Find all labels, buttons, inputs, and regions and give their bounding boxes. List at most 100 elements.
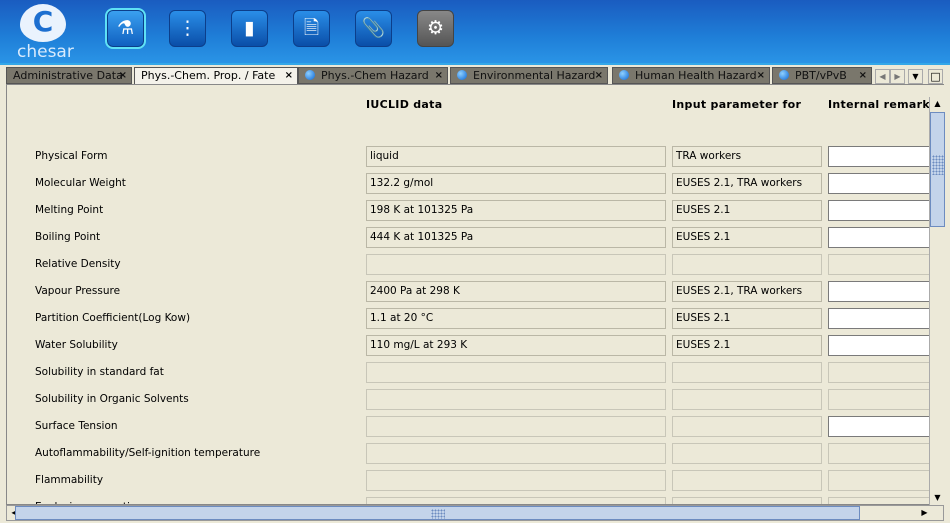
property-label: Solubility in Organic Solvents — [35, 393, 189, 405]
tab-phys-chem-hazard[interactable]: Phys.-Chem Hazard × — [298, 67, 448, 84]
tab-human-health-hazard[interactable]: Human Health Hazard × — [612, 67, 770, 84]
vertical-scroll-thumb[interactable] — [930, 112, 945, 227]
property-row: Solubility in standard fat — [7, 362, 938, 383]
internal-remarks-input[interactable] — [828, 335, 938, 356]
tab-phys-chem-prop-fate[interactable]: Phys.-Chem. Prop. / Fate × — [134, 67, 298, 84]
tab-environmental-hazard[interactable]: Environmental Hazard × — [450, 67, 608, 84]
close-tab-icon[interactable]: × — [285, 68, 293, 83]
property-label: Surface Tension — [35, 420, 118, 432]
property-row: Relative Density — [7, 254, 938, 275]
property-row: Surface Tension — [7, 416, 938, 437]
property-row: Flammability — [7, 470, 938, 491]
property-row: Explosive properties — [7, 497, 938, 504]
input-parameter-field: EUSES 2.1, TRA workers — [672, 281, 822, 302]
document-icon: 🗎 — [303, 17, 320, 39]
property-label: Autoflammability/Self-ignition temperatu… — [35, 447, 261, 459]
close-tab-icon[interactable]: × — [435, 68, 443, 83]
property-label: Solubility in standard fat — [35, 366, 164, 378]
flask-toolbar-button[interactable]: ⚗ — [105, 8, 146, 49]
iuclid-value-field — [366, 443, 666, 464]
maximize-button[interactable]: □ — [928, 69, 943, 84]
status-dot-icon — [305, 70, 315, 80]
property-row: Water Solubility 110 mg/L at 293 K EUSES 2… — [7, 335, 938, 356]
column-header-iuclid: IUCLID data — [366, 98, 443, 111]
scroll-right-button[interactable]: ▶ — [917, 506, 932, 520]
status-dot-icon — [457, 70, 467, 80]
iuclid-value-field — [366, 416, 666, 437]
property-row: Physical Form liquid TRA workers — [7, 146, 938, 167]
gear-icon: ⚙ — [426, 17, 445, 39]
input-parameter-field — [672, 470, 822, 491]
internal-remarks-input[interactable] — [828, 173, 938, 194]
iuclid-value-field — [366, 470, 666, 491]
tab-label: Phys.-Chem Hazard — [321, 69, 429, 82]
property-label: Flammability — [35, 474, 104, 486]
tab-scroll-right-button[interactable]: ▶ — [890, 69, 905, 84]
property-row: Partition Coefficient(Log Kow) 1.1 at 20 … — [7, 308, 938, 329]
vertical-scrollbar[interactable]: ▲ ▼ — [929, 97, 945, 505]
property-label: Melting Point — [35, 204, 104, 216]
scroll-down-button[interactable]: ▼ — [930, 491, 945, 505]
property-label: Water Solubility — [35, 339, 118, 351]
input-parameter-field: EUSES 2.1 — [672, 335, 822, 356]
tab-label: Administrative Data — [13, 69, 123, 82]
property-label: Molecular Weight — [35, 177, 126, 189]
internal-remarks-input[interactable] — [828, 227, 938, 248]
paperclip-icon: 📎 — [361, 17, 386, 39]
internal-remarks-input — [828, 254, 938, 275]
input-parameter-field: EUSES 2.1 — [672, 227, 822, 248]
internal-remarks-input — [828, 470, 938, 491]
iuclid-value-field — [366, 389, 666, 410]
iuclid-value-field: 2400 Pa at 298 K — [366, 281, 666, 302]
property-label: Boiling Point — [35, 231, 101, 243]
close-tab-icon[interactable]: × — [595, 68, 603, 83]
property-label: Relative Density — [35, 258, 121, 270]
close-tab-icon[interactable]: × — [757, 68, 765, 83]
scroll-up-button[interactable]: ▲ — [930, 97, 945, 111]
app-header: C chesar ⚗ ⋮ ▮ 🗎 📎 ⚙ — [0, 0, 950, 63]
chesar-logo: C chesar — [14, 4, 74, 62]
horizontal-scrollbar[interactable]: ◀ ▶ — [6, 505, 944, 521]
tab-pbt-vpvb[interactable]: PBT/vPvB × — [772, 67, 872, 84]
property-row: Boiling Point 444 K at 101325 Pa EUSES 2.1 — [7, 227, 938, 248]
input-parameter-field: EUSES 2.1 — [672, 308, 822, 329]
tab-label: Human Health Hazard — [635, 69, 757, 82]
internal-remarks-input[interactable] — [828, 146, 938, 167]
close-tab-icon[interactable]: × — [859, 68, 867, 83]
property-row: Molecular Weight 132.2 g/mol EUSES 2.1, TR… — [7, 173, 938, 194]
iuclid-value-field — [366, 254, 666, 275]
tab-label: PBT/vPvB — [795, 69, 847, 82]
tab-administrative-data[interactable]: Administrative Data × — [6, 67, 132, 84]
iuclid-value-field: 198 K at 101325 Pa — [366, 200, 666, 221]
iuclid-value-field — [366, 497, 666, 504]
internal-remarks-input — [828, 497, 938, 504]
internal-remarks-input[interactable] — [828, 416, 938, 437]
property-label: Partition Coefficient(Log Kow) — [35, 312, 191, 324]
internal-remarks-input[interactable] — [828, 281, 938, 302]
property-row: Melting Point 198 K at 101325 Pa EUSES 2.1 — [7, 200, 938, 221]
iuclid-value-field: liquid — [366, 146, 666, 167]
column-header-internal-remarks: Internal remarks — [828, 98, 937, 111]
bar-chart-toolbar-button[interactable]: ▮ — [231, 10, 268, 47]
gear-toolbar-button[interactable]: ⚙ — [417, 10, 454, 47]
paperclip-toolbar-button[interactable]: 📎 — [355, 10, 392, 47]
input-parameter-field — [672, 416, 822, 437]
horizontal-scroll-thumb[interactable] — [15, 506, 860, 520]
input-parameter-field: EUSES 2.1, TRA workers — [672, 173, 822, 194]
internal-remarks-input[interactable] — [828, 308, 938, 329]
internal-remarks-input[interactable] — [828, 200, 938, 221]
property-row: Solubility in Organic Solvents — [7, 389, 938, 410]
tree-toolbar-button[interactable]: ⋮ — [169, 10, 206, 47]
document-toolbar-button[interactable]: 🗎 — [293, 10, 330, 47]
input-parameter-field: EUSES 2.1 — [672, 200, 822, 221]
iuclid-value-field: 444 K at 101325 Pa — [366, 227, 666, 248]
close-tab-icon[interactable]: × — [119, 68, 127, 83]
property-label: Physical Form — [35, 150, 108, 162]
flask-icon: ⚗ — [116, 17, 135, 39]
tab-scroll-left-button[interactable]: ◀ — [875, 69, 890, 84]
input-parameter-field — [672, 362, 822, 383]
input-parameter-field — [672, 254, 822, 275]
property-row: Autoflammability/Self-ignition temperatu… — [7, 443, 938, 464]
tab-list-dropdown-button[interactable]: ▼ — [908, 69, 923, 84]
status-dot-icon — [619, 70, 629, 80]
